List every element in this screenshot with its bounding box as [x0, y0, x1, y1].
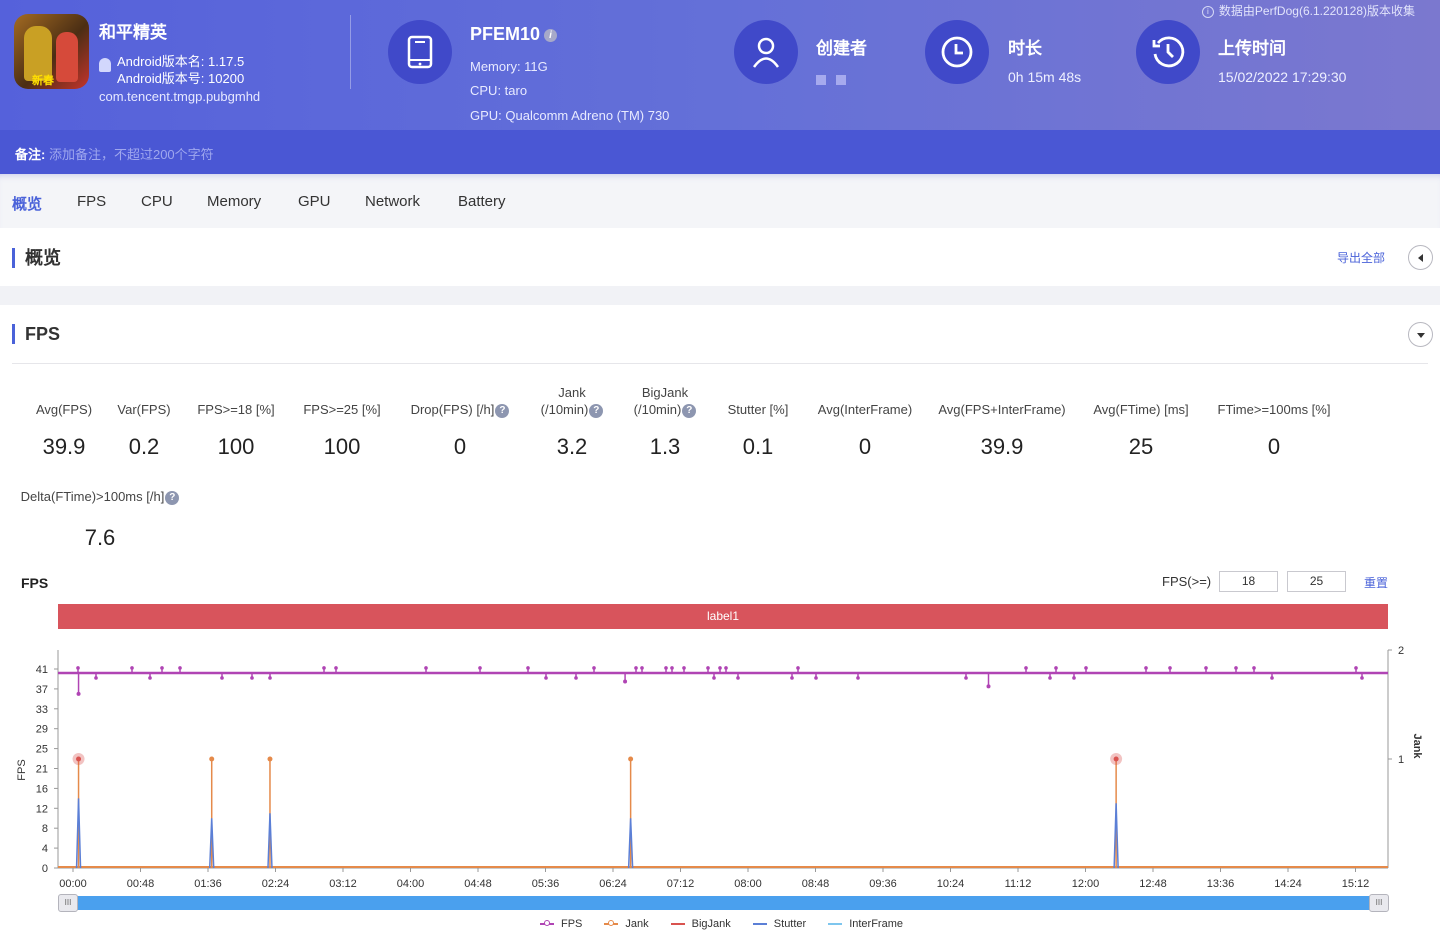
collapse-left-button[interactable] [1408, 245, 1433, 270]
legend-item-bigjank[interactable]: BigJank [670, 918, 731, 930]
legend-swatch [752, 923, 767, 925]
creator-value [816, 72, 856, 88]
metric-value: 0 [1267, 434, 1281, 459]
help-icon[interactable]: ? [165, 490, 180, 505]
info-icon[interactable]: i [544, 28, 558, 42]
legend-item-stutter[interactable]: Stutter [752, 918, 807, 930]
metric: Delta(FTime)>100ms [/h]? 7.6 [0, 488, 230, 551]
fps-threshold-1-input[interactable]: 18 [1219, 571, 1278, 592]
legend-item-fps[interactable]: FPS [540, 918, 582, 930]
phone-icon [388, 20, 452, 84]
slider-handle-right[interactable]: III [1369, 894, 1389, 912]
reset-button[interactable]: 重置 [1364, 574, 1388, 591]
report-header: 新春 和平精英 Android版本名: 1.17.5 Android版本号: 1… [0, 0, 1440, 130]
app-icon: 新春 [14, 14, 89, 89]
creator-title: 创建者 [816, 39, 867, 58]
caret-down-icon [1416, 332, 1425, 338]
legend-label: InterFrame [849, 918, 903, 930]
fps-section-title: FPS [12, 324, 60, 344]
metric-value: 7.6 [84, 525, 116, 550]
fps-threshold-2-input[interactable]: 25 [1287, 571, 1346, 592]
duration-title: 时长 [1008, 39, 1042, 58]
device-cpu: CPU: taro [470, 83, 528, 98]
legend-item-interframe[interactable]: InterFrame [828, 918, 903, 930]
time-range-slider[interactable] [58, 896, 1388, 910]
fps-threshold-label: FPS(>=) [1162, 574, 1212, 589]
android-icon [99, 58, 111, 72]
overview-panel: 概览 导出全部 [0, 228, 1440, 286]
legend-swatch [604, 920, 619, 926]
tab-gpu[interactable]: GPU [298, 193, 331, 210]
chart-title: FPS [21, 575, 49, 591]
caret-left-icon [1417, 253, 1423, 262]
app-version-code: Android版本号: 10200 [117, 71, 245, 86]
collect-note: i 数据由PerfDog(6.1.220128)版本收集 [1201, 2, 1415, 19]
tab-overview[interactable]: 概览 [12, 193, 42, 214]
history-icon [1136, 20, 1200, 84]
tab-memory[interactable]: Memory [207, 193, 261, 210]
metric-label: Delta(FTime)>100ms [/h]? [0, 488, 230, 505]
clock-icon [925, 20, 989, 84]
device-memory: Memory: 11G [470, 59, 548, 74]
metric-label: FTime>=100ms [%] [1217, 402, 1331, 417]
tab-battery[interactable]: Battery [458, 193, 506, 210]
legend-swatch [670, 923, 685, 925]
header-divider [350, 15, 351, 89]
section-divider [12, 363, 1428, 364]
legend-label: BigJank [691, 918, 731, 930]
notes-input[interactable]: 添加备注，不超过200个字符 [49, 147, 214, 162]
notes-label: 备注: [15, 147, 46, 162]
legend-item-jank[interactable]: Jank [604, 918, 649, 930]
notes-bar[interactable]: 备注: 添加备注，不超过200个字符 [0, 130, 1440, 174]
duration-value: 0h 15m 48s [1008, 69, 1082, 85]
app-package: com.tencent.tmgp.pubgmhd [99, 89, 261, 104]
legend-label: Stutter [773, 918, 807, 930]
label-band[interactable]: label1 [58, 604, 1388, 629]
slider-handle-left[interactable]: III [58, 894, 78, 912]
chart-legend: FPS Jank BigJank Stutter InterFrame [540, 918, 903, 930]
tab-network[interactable]: Network [365, 193, 420, 210]
tab-cpu[interactable]: CPU [141, 193, 173, 210]
legend-swatch [540, 920, 554, 926]
legend-label: Jank [625, 918, 649, 930]
legend-label: FPS [561, 918, 583, 930]
device-gpu: GPU: Qualcomm Adreno (TM) 730 [470, 108, 670, 123]
tab-bar: 概览 FPS CPU Memory GPU Network Battery [0, 174, 1440, 228]
upload-title: 上传时间 [1218, 39, 1286, 58]
overview-title: 概览 [12, 248, 61, 268]
tab-fps[interactable]: FPS [77, 193, 106, 210]
user-icon [734, 20, 798, 84]
upload-value: 15/02/2022 17:29:30 [1218, 69, 1347, 85]
collapse-down-button[interactable] [1408, 322, 1433, 347]
legend-swatch [828, 923, 843, 925]
metric: FTime>=100ms [%] 0 [1184, 401, 1364, 460]
export-all-link[interactable]: 导出全部 [1337, 249, 1385, 266]
device-model: PFEM10 i [470, 24, 558, 45]
app-name: 和平精英 [99, 23, 167, 42]
info-circle-icon: i [1201, 5, 1214, 18]
